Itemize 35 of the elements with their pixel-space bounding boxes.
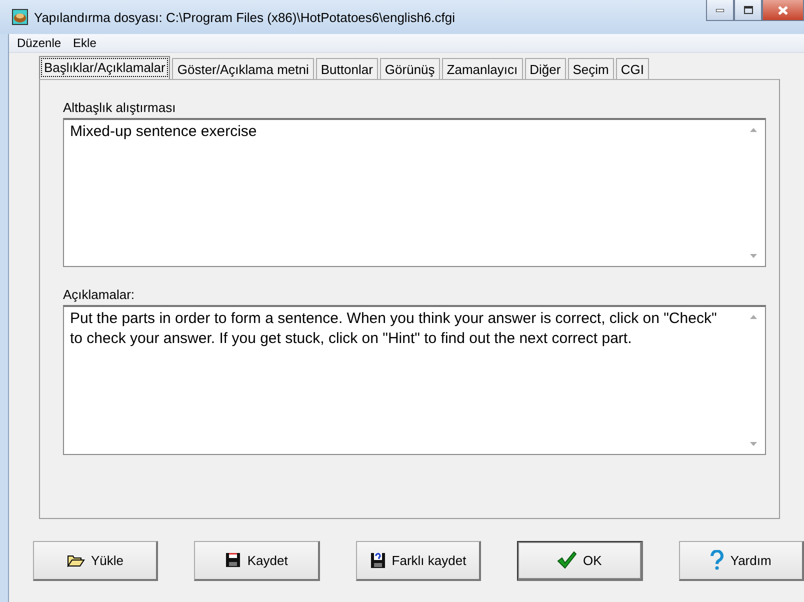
dialog-button[interactable]: Farklı kaydet bbox=[356, 540, 482, 580]
tab[interactable]: Zamanlayıcı bbox=[442, 58, 523, 79]
dialog-button[interactable]: OK bbox=[517, 540, 643, 580]
field-label: Altbaşlık alıştırması bbox=[63, 100, 177, 115]
tab[interactable]: CGI bbox=[616, 58, 649, 79]
app-icon bbox=[12, 9, 28, 25]
maximize-button[interactable] bbox=[734, 0, 762, 21]
close-button[interactable] bbox=[762, 0, 804, 21]
scroll-down-icon bbox=[750, 442, 757, 446]
dialog-button[interactable]: Yükle bbox=[33, 540, 158, 580]
folder-icon bbox=[66, 554, 85, 566]
window-title: Yapılandırma dosyası: C:\Program Files (x86)\HotPotatoes6\english6.cfgi bbox=[34, 10, 456, 24]
maximize-icon bbox=[744, 6, 752, 14]
menu-item[interactable]: Ekle bbox=[67, 36, 102, 50]
minimize-button[interactable] bbox=[706, 0, 734, 21]
tab[interactable]: Diğer bbox=[524, 58, 566, 79]
minimize-icon bbox=[716, 8, 724, 12]
menu-item[interactable]: Düzenle bbox=[11, 36, 68, 50]
close-icon bbox=[778, 6, 788, 14]
tab[interactable]: Göster/Açıklama metni bbox=[172, 58, 314, 79]
floppy-question-icon bbox=[370, 551, 386, 569]
tab[interactable]: Görünüş bbox=[380, 58, 440, 79]
field-label: Açıklamalar: bbox=[63, 287, 136, 302]
checkmark-icon bbox=[557, 551, 578, 569]
scroll-up-icon bbox=[750, 128, 757, 132]
tab[interactable]: Seçim bbox=[568, 58, 614, 79]
text-area[interactable]: Mixed-up sentence exercise bbox=[63, 118, 766, 267]
tab[interactable]: Başlıklar/Açıklamalar bbox=[39, 56, 170, 79]
question-mark-icon bbox=[710, 550, 724, 570]
scroll-up-icon bbox=[750, 315, 757, 319]
text-area[interactable]: Put the parts in order to form a sentence. When you think your answer is correct, click on "Check" to check your answer. If you get stuck, click on "Hint" to find out the next correct part. bbox=[63, 305, 766, 455]
tab[interactable]: Buttonlar bbox=[316, 58, 378, 79]
scroll-down-icon bbox=[750, 254, 757, 258]
dialog-button[interactable]: Kaydet bbox=[194, 540, 320, 580]
dialog-button[interactable]: Yardım bbox=[678, 540, 804, 580]
